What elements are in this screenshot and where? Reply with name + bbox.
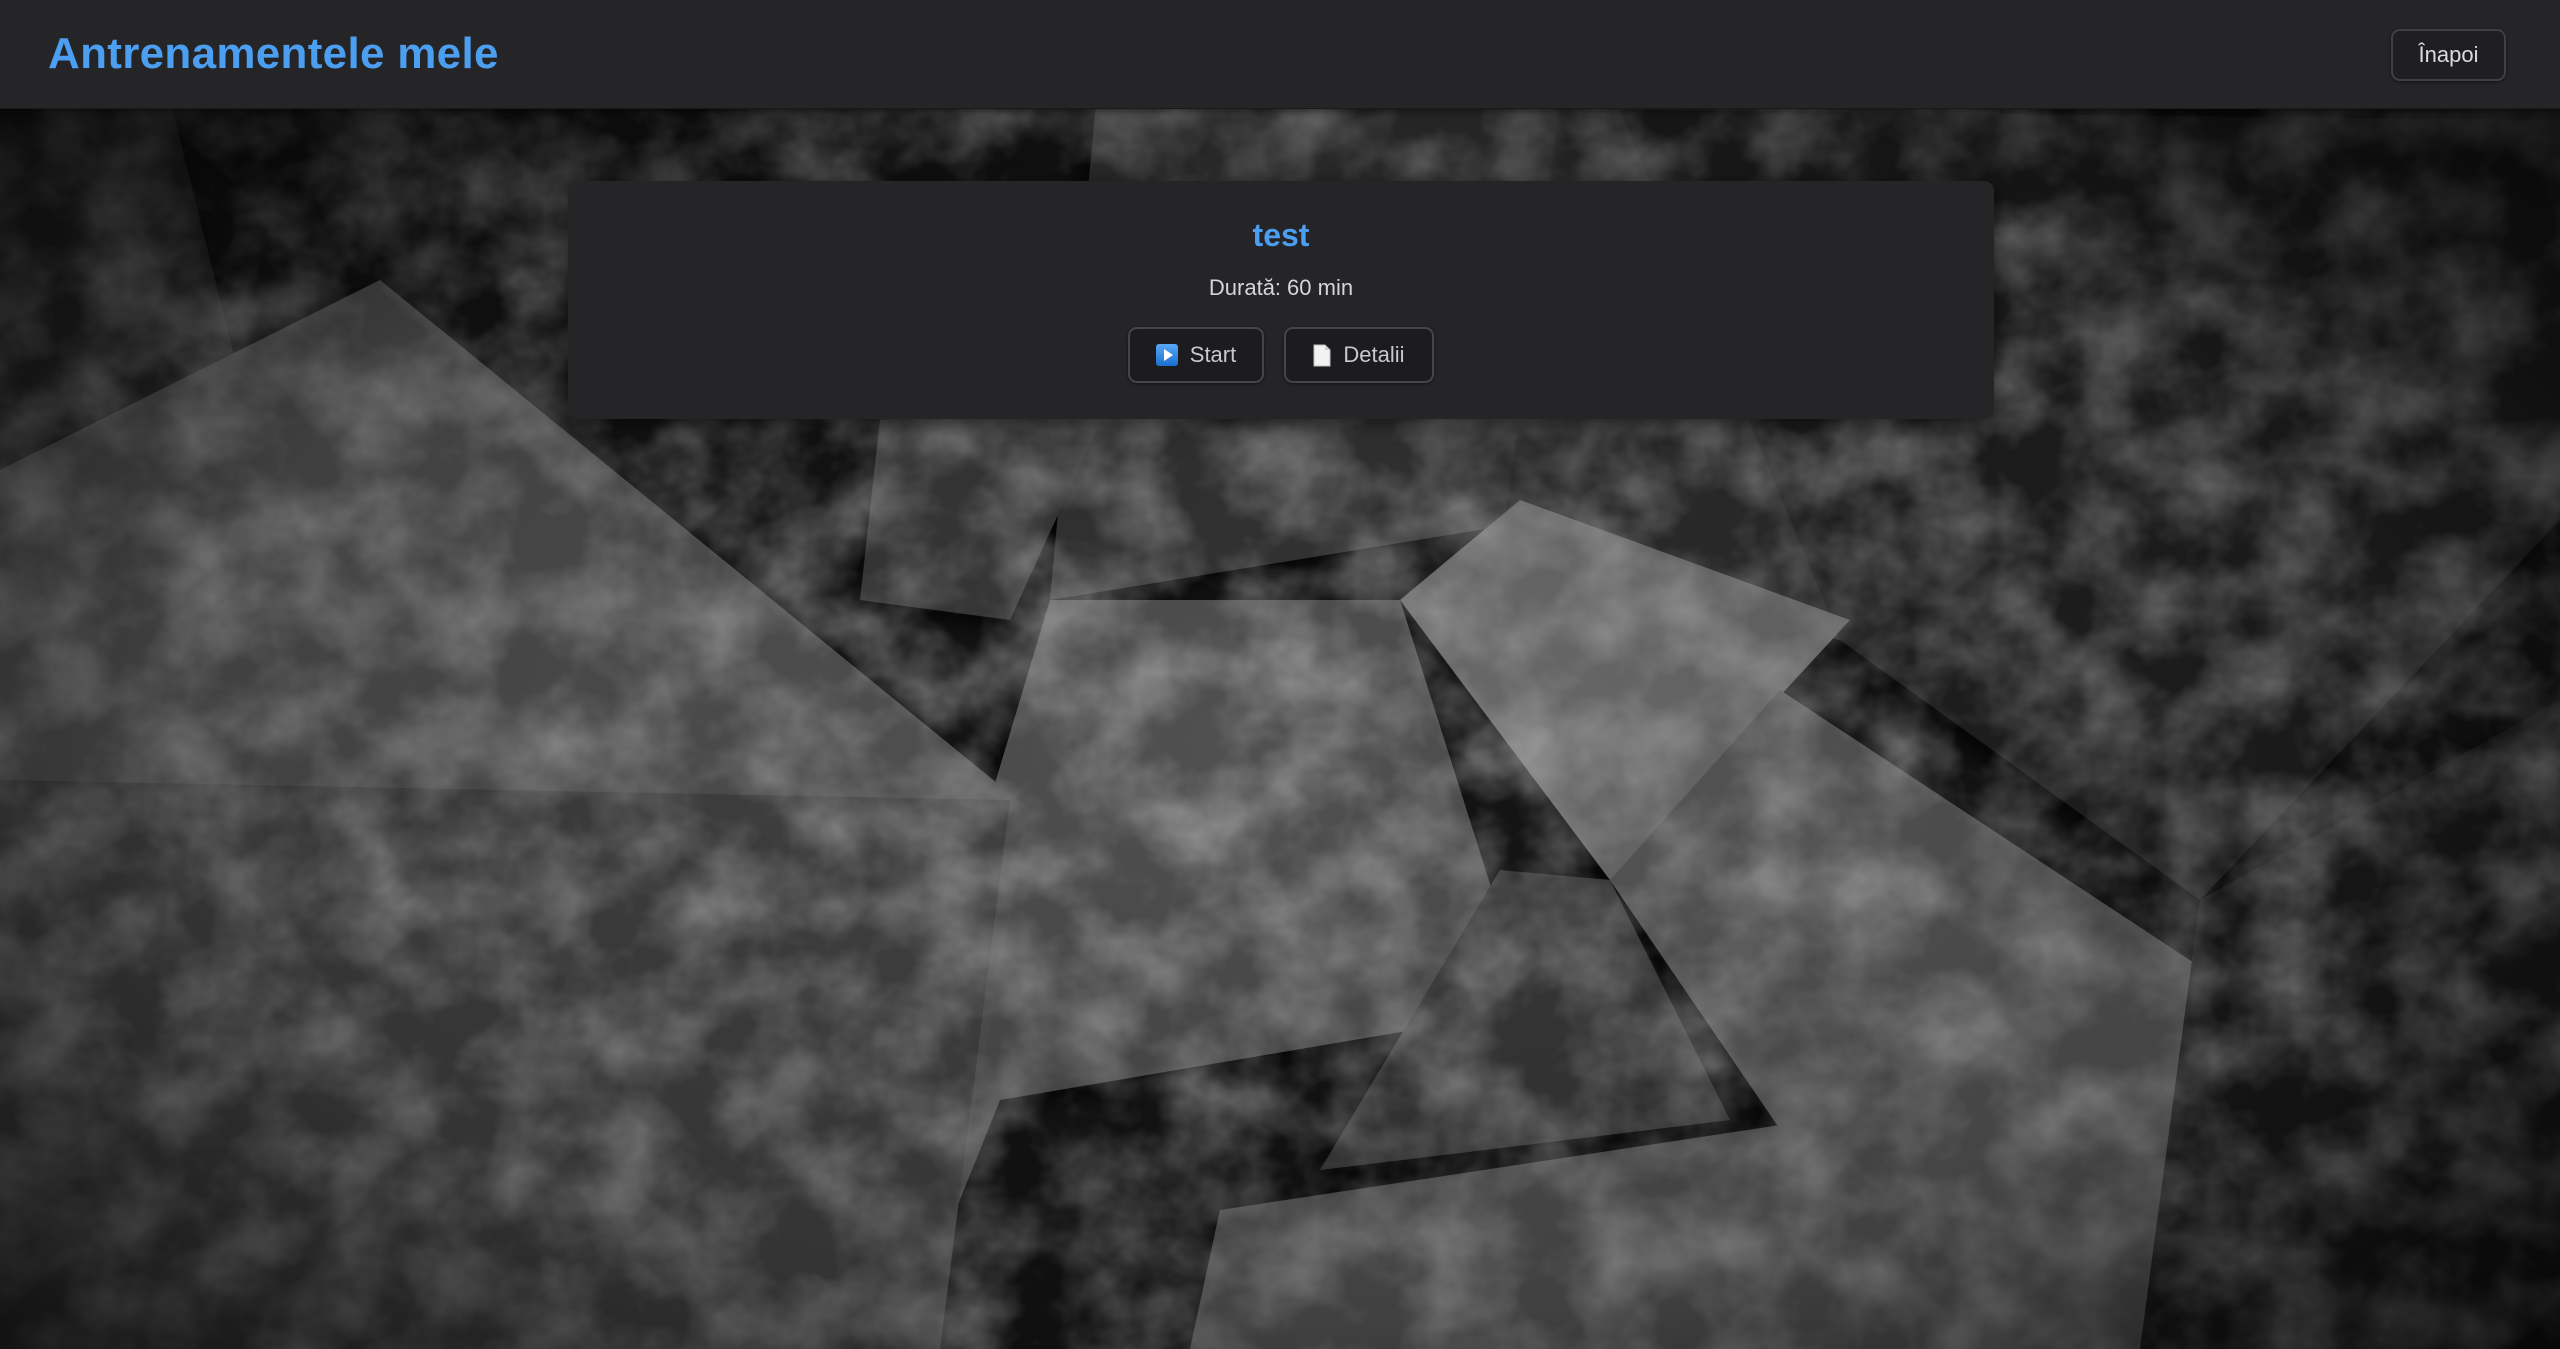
play-button-icon [1155,344,1178,366]
start-button[interactable]: Start [1128,327,1264,383]
workout-card: test Durată: 60 min Start Detalii [568,181,1994,419]
top-bar: Antrenamentele mele Înapoi [0,0,2560,109]
start-button-label: Start [1189,342,1237,367]
page-title: Antrenamentele mele [48,29,499,78]
workout-duration: Durată: 60 min [568,273,1994,303]
document-icon [1313,344,1331,367]
duration-value: 60 min [1287,275,1354,300]
details-button[interactable]: Detalii [1284,327,1434,383]
back-button[interactable]: Înapoi [2391,29,2506,81]
duration-label: Durată: [1208,275,1282,300]
workout-name: test [1252,217,1310,253]
details-button-label: Detalii [1343,342,1405,367]
